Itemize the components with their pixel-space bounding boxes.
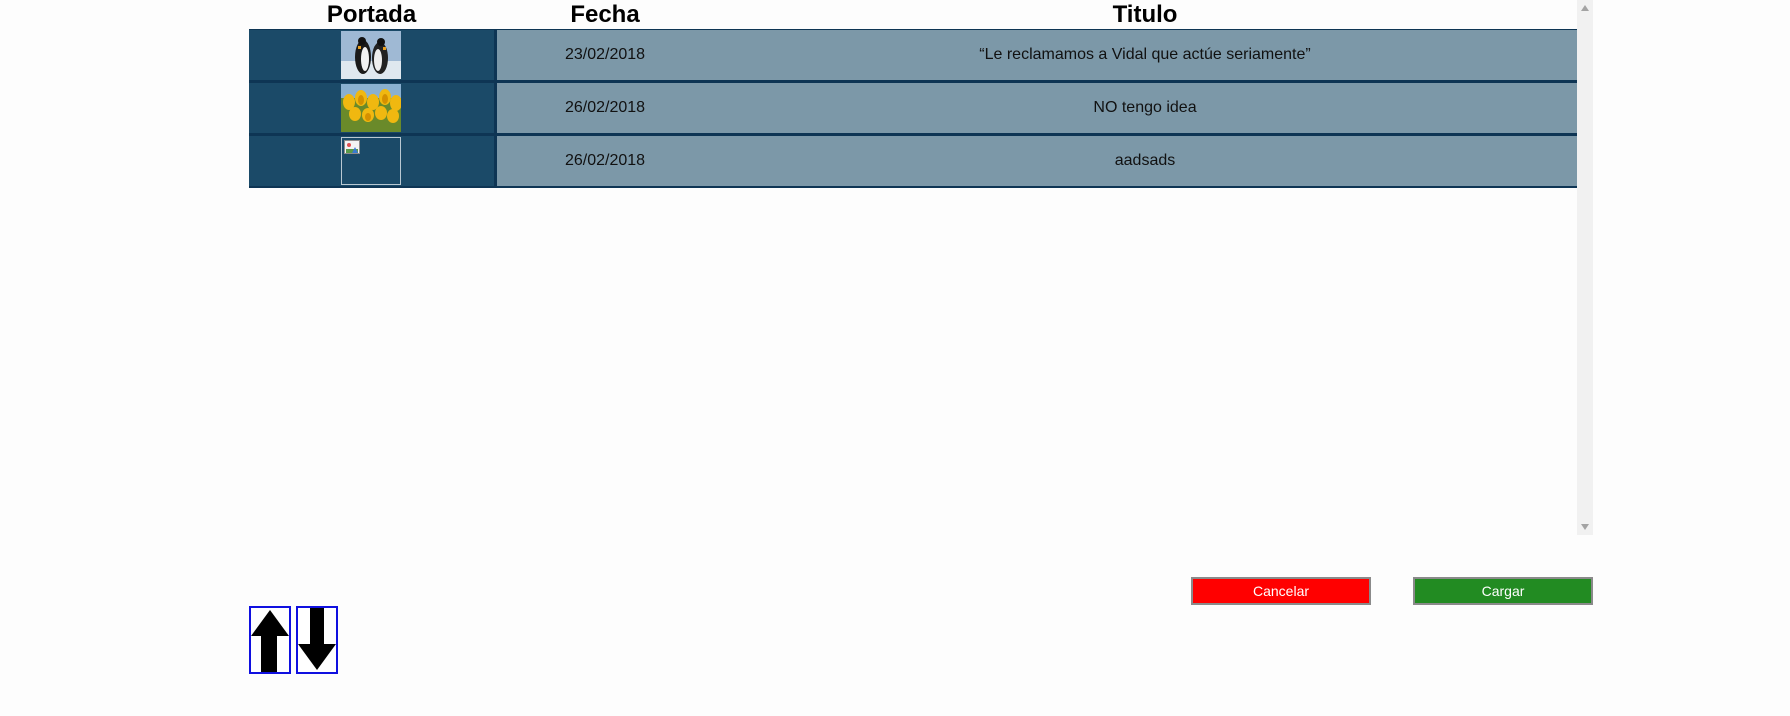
- table-header: Portada Fecha Titulo: [249, 0, 1577, 29]
- info-cell: 26/02/2018 aadsads: [497, 136, 1577, 186]
- cover-cell: [249, 30, 494, 80]
- cover-cell: [249, 136, 494, 186]
- row-date: 26/02/2018: [564, 99, 646, 116]
- news-table: 23/02/2018 “Le reclamamos a Vidal que ac…: [249, 29, 1577, 188]
- row-date: 23/02/2018: [564, 46, 646, 63]
- tulips-thumbnail: [341, 84, 401, 132]
- cancel-button[interactable]: Cancelar: [1191, 577, 1371, 605]
- penguins-thumbnail: [341, 31, 401, 79]
- table-row[interactable]: 23/02/2018 “Le reclamamos a Vidal que ac…: [249, 30, 1577, 80]
- scroll-down-icon[interactable]: [1581, 524, 1589, 530]
- table-row[interactable]: 26/02/2018 NO tengo idea: [249, 83, 1577, 133]
- news-list-panel: Portada Fecha Titulo 23/02/2018 “Le recl…: [249, 0, 1593, 535]
- row-title: aadsads: [1114, 152, 1176, 169]
- cover-cell: [249, 83, 494, 133]
- table-row[interactable]: 26/02/2018 aadsads: [249, 136, 1577, 186]
- row-date: 26/02/2018: [564, 152, 646, 169]
- arrow-up-icon: [251, 610, 289, 672]
- load-button[interactable]: Cargar: [1413, 577, 1593, 605]
- broken-image-thumbnail: [341, 137, 401, 185]
- header-cover: Portada: [326, 1, 417, 28]
- info-cell: 23/02/2018 “Le reclamamos a Vidal que ac…: [497, 30, 1577, 80]
- row-title: NO tengo idea: [1093, 99, 1197, 116]
- header-date: Fecha: [570, 1, 640, 28]
- scroll-up-icon[interactable]: [1581, 5, 1589, 11]
- move-up-button[interactable]: [249, 606, 291, 674]
- move-down-button[interactable]: [296, 606, 338, 674]
- header-title: Titulo: [1112, 1, 1178, 28]
- info-cell: 26/02/2018 NO tengo idea: [497, 83, 1577, 133]
- row-title: “Le reclamamos a Vidal que actúe seriame…: [979, 46, 1311, 63]
- arrow-down-icon: [298, 608, 336, 670]
- vertical-scrollbar[interactable]: [1577, 0, 1593, 535]
